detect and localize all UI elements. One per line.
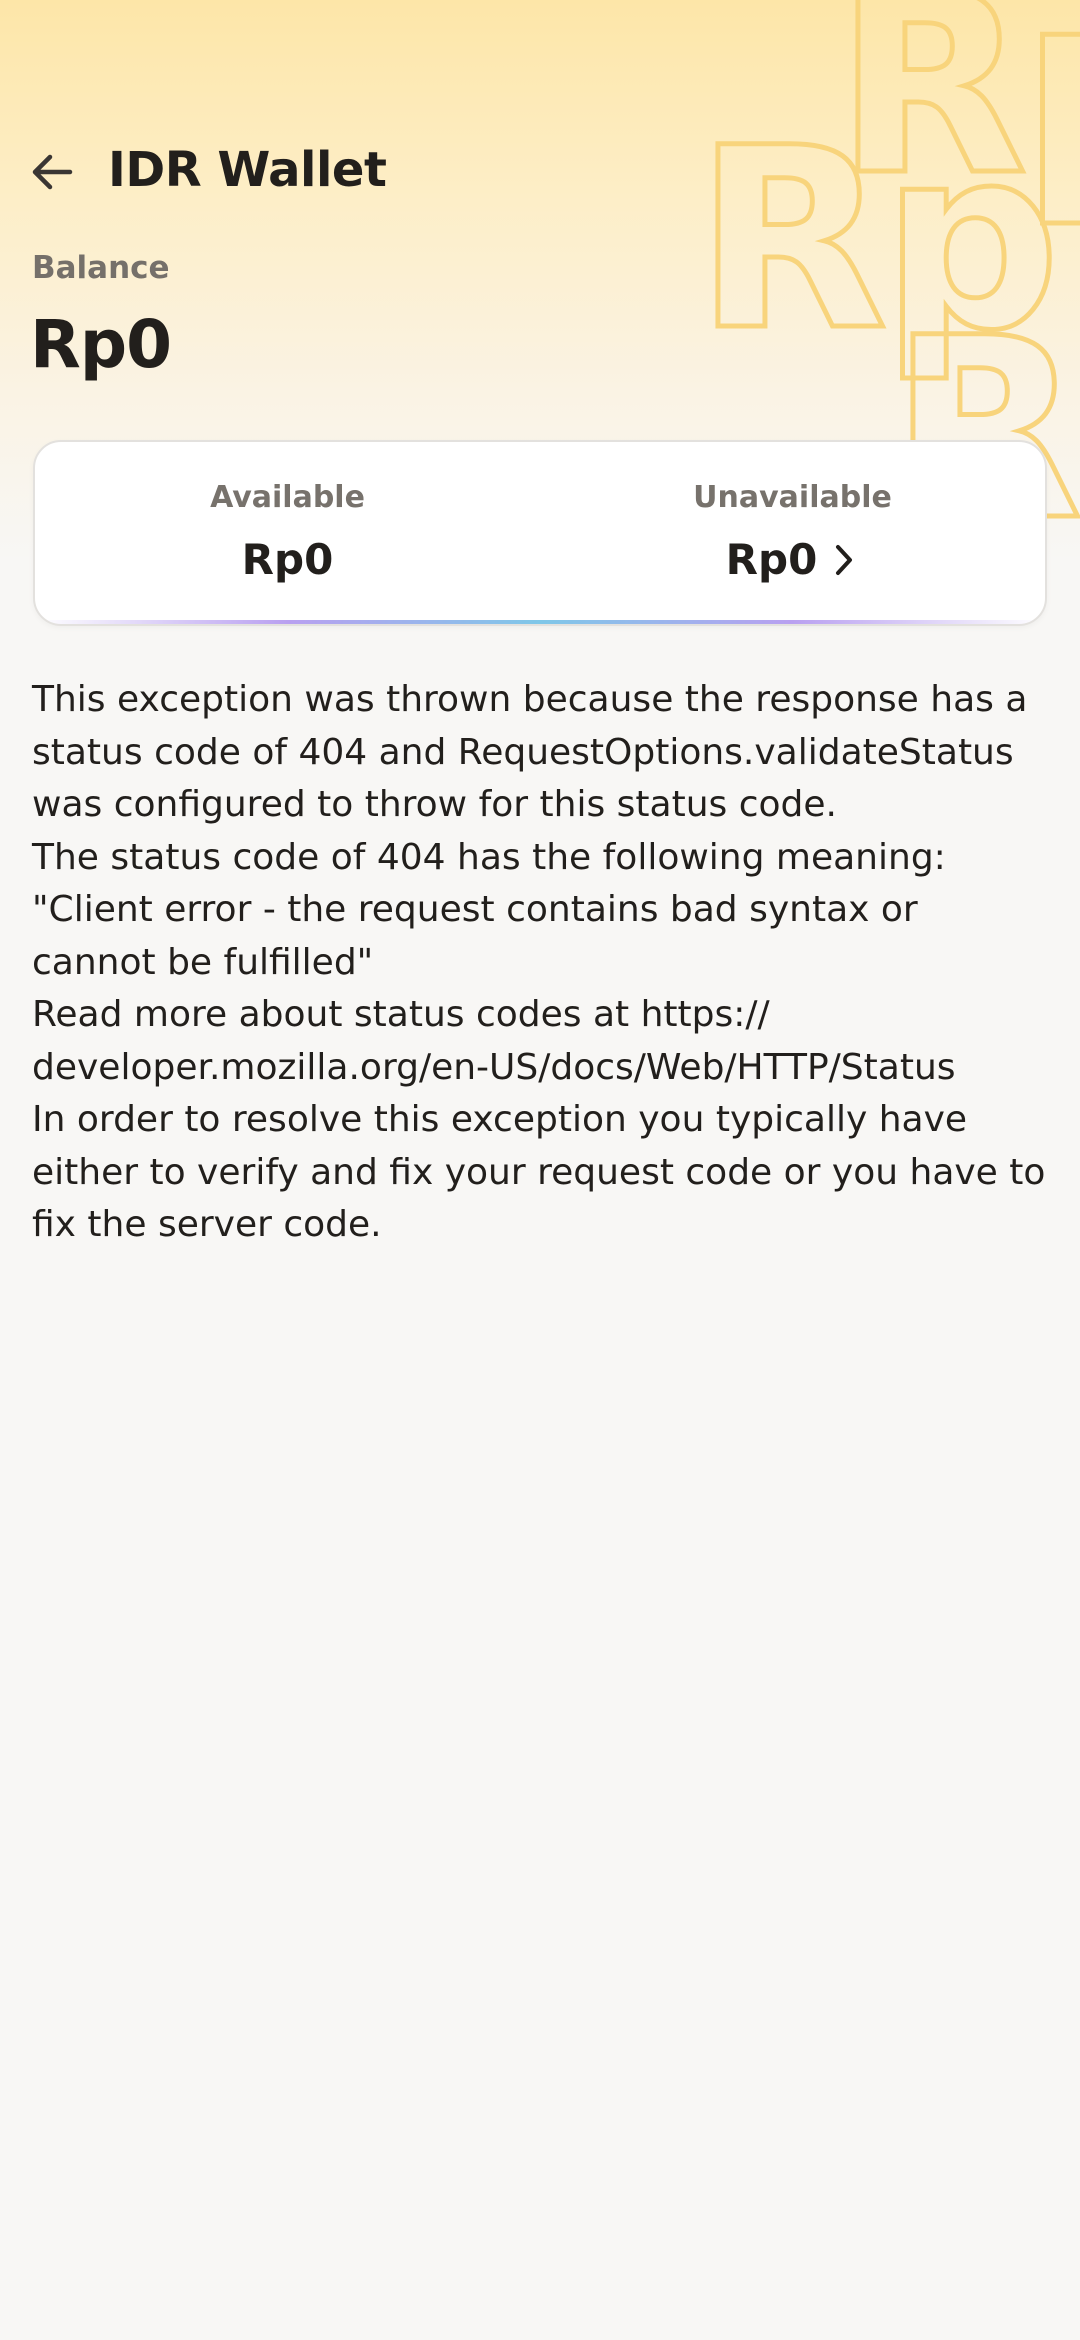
error-line: This exception was thrown because the re… [32,679,1028,825]
error-line: The status code of 404 has the following… [32,836,946,983]
balance-label: Balance [32,250,170,286]
error-line: Read more about status codes at https://… [32,994,956,1088]
available-value: Rp0 [241,535,334,584]
unavailable-label: Unavailable [693,480,892,515]
error-message: This exception was thrown because the re… [32,674,1052,1252]
available-label: Available [210,480,365,515]
balance-amount: Rp0 [30,306,172,383]
app-bar: IDR Wallet [0,130,1080,230]
error-line: In order to resolve this exception you t… [32,1099,1046,1245]
balance-breakdown-card: Available Rp0 Unavailable Rp0 [33,440,1047,626]
page-title: IDR Wallet [108,142,387,198]
chevron-right-icon [829,540,859,580]
back-button[interactable] [20,140,84,204]
unavailable-balance-button[interactable]: Unavailable Rp0 [540,442,1045,624]
card-gradient-underline [35,620,1045,624]
available-balance: Available Rp0 [35,442,540,624]
unavailable-value: Rp0 [725,535,818,584]
arrow-left-icon [32,154,73,190]
